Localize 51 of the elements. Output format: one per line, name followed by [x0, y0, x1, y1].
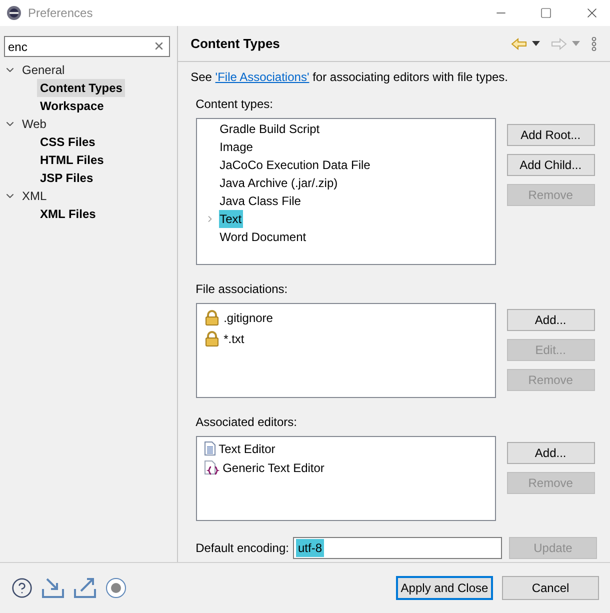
- dialog-button[interactable]: Add...: [506, 309, 595, 331]
- editor-item[interactable]: Text Editor: [218, 440, 276, 458]
- tree-item[interactable]: XML Files: [37, 205, 99, 223]
- page-title: Content Types: [190, 34, 280, 53]
- tree-item[interactable]: CSS Files: [37, 133, 98, 151]
- tree-item[interactable]: Content Types: [37, 79, 126, 97]
- content-type-item[interactable]: Gradle Build Script: [218, 120, 321, 138]
- encoding-value: utf-8: [296, 539, 324, 557]
- section-label: File associations:: [196, 281, 289, 298]
- section-label: Content types:: [196, 96, 274, 113]
- import-icon[interactable]: [41, 577, 65, 599]
- tree-item[interactable]: JSP Files: [37, 169, 96, 187]
- window-title: Preferences: [28, 5, 93, 22]
- clear-icon[interactable]: [153, 40, 165, 52]
- file-association-item[interactable]: *.txt: [224, 330, 244, 348]
- encoding-label: Default encoding:: [196, 540, 289, 557]
- back-arrow-icon[interactable]: [511, 38, 527, 50]
- app-icon: [6, 5, 22, 21]
- dialog-button[interactable]: Apply and Close: [396, 576, 493, 600]
- file-association-item[interactable]: .gitignore: [224, 308, 273, 326]
- tree-item[interactable]: Web: [22, 115, 46, 133]
- dropdown-icon[interactable]: [532, 41, 540, 46]
- content-type-item[interactable]: JaCoCo Execution Data File: [218, 156, 372, 174]
- content-type-item[interactable]: Text: [218, 210, 243, 228]
- content-type-item[interactable]: Word Document: [218, 228, 308, 246]
- tree-item[interactable]: XML: [22, 187, 47, 205]
- document-icon: [204, 441, 216, 456]
- editor-item[interactable]: Generic Text Editor: [222, 458, 324, 476]
- section-label: Associated editors:: [196, 414, 298, 431]
- lock-icon: [204, 330, 219, 346]
- dialog-button[interactable]: Cancel: [502, 576, 599, 600]
- dialog-button[interactable]: Add Child...: [506, 154, 595, 176]
- dialog-button[interactable]: Add Root...: [506, 124, 595, 146]
- filter-field[interactable]: enc: [4, 36, 170, 57]
- help-icon[interactable]: [11, 577, 33, 599]
- braces-document-icon: [204, 460, 220, 476]
- record-icon[interactable]: [105, 577, 127, 599]
- file-associations-link[interactable]: 'File Associations': [215, 70, 310, 84]
- tree-item[interactable]: HTML Files: [37, 151, 107, 169]
- content-type-item[interactable]: Java Class File: [218, 192, 302, 210]
- tree-item[interactable]: Workspace: [37, 97, 107, 115]
- menu-icon[interactable]: [591, 36, 597, 50]
- tree-item[interactable]: General: [22, 61, 65, 79]
- encoding-field[interactable]: utf-8: [293, 537, 502, 559]
- maximize-icon[interactable]: [540, 7, 552, 19]
- lock-icon: [204, 310, 219, 326]
- content-type-item[interactable]: Image: [218, 138, 254, 156]
- content-type-item[interactable]: Java Archive (.jar/.zip): [218, 174, 339, 192]
- export-icon[interactable]: [73, 577, 97, 599]
- dialog-button[interactable]: Add...: [506, 442, 595, 464]
- intro-text: See 'File Associations' for associating editors with file types.: [190, 69, 510, 86]
